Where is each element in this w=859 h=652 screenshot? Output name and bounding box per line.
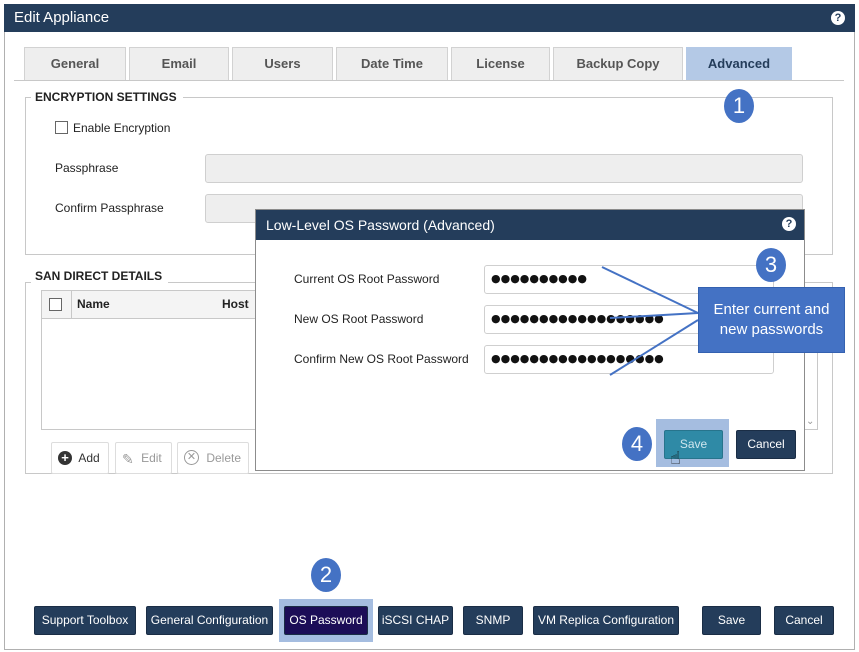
passphrase-label: Passphrase xyxy=(55,161,119,175)
current-password-label: Current OS Root Password xyxy=(294,272,440,286)
column-header-host[interactable]: Host xyxy=(222,297,249,311)
callout-step-1: 1 xyxy=(724,89,754,123)
column-header-name[interactable]: Name xyxy=(77,297,110,311)
callout-step-3: 3 xyxy=(756,248,786,282)
encryption-settings-legend: ENCRYPTION SETTINGS xyxy=(31,90,183,104)
san-select-all-checkbox[interactable] xyxy=(49,298,62,311)
dialog-title: Low-Level OS Password (Advanced) xyxy=(266,217,495,233)
plus-icon: + xyxy=(58,450,72,465)
iscsi-chap-button[interactable]: iSCSI CHAP xyxy=(378,606,453,635)
delete-button[interactable]: ✕ Delete xyxy=(177,442,249,474)
confirm-new-password-label: Confirm New OS Root Password xyxy=(294,352,469,366)
dialog-help-icon[interactable]: ? xyxy=(782,217,796,231)
callout-step-4: 4 xyxy=(622,427,652,461)
san-direct-legend: SAN DIRECT DETAILS xyxy=(31,269,169,283)
snmp-button[interactable]: SNMP xyxy=(463,606,523,635)
dialog-cancel-button[interactable]: Cancel xyxy=(736,430,796,459)
edit-button[interactable]: ✎ Edit xyxy=(115,442,172,474)
window-title: Edit Appliance xyxy=(14,9,110,26)
pointer-hand-icon: ☝ xyxy=(670,448,681,468)
cancel-button[interactable]: Cancel xyxy=(774,606,834,635)
tab-advanced[interactable]: Advanced xyxy=(686,47,792,81)
tab-license[interactable]: License xyxy=(451,47,550,81)
confirm-passphrase-label: Confirm Passphrase xyxy=(55,201,164,215)
window-titlebar: Edit Appliance xyxy=(4,4,855,32)
delete-button-label: Delete xyxy=(206,451,242,465)
enable-encryption-checkbox[interactable] xyxy=(55,121,68,134)
remove-icon: ✕ xyxy=(184,450,199,466)
callout-step-2: 2 xyxy=(311,558,341,592)
dialog-titlebar: Low-Level OS Password (Advanced) xyxy=(256,210,804,240)
tab-general[interactable]: General xyxy=(24,47,126,81)
add-button[interactable]: + Add xyxy=(51,442,109,474)
callout-pointer-lines xyxy=(601,266,699,376)
edit-button-label: Edit xyxy=(141,451,162,465)
os-password-button[interactable]: OS Password xyxy=(284,606,368,635)
tab-date-time[interactable]: Date Time xyxy=(336,47,448,81)
add-button-label: Add xyxy=(78,451,100,465)
tab-email[interactable]: Email xyxy=(129,47,229,81)
tab-users[interactable]: Users xyxy=(232,47,333,81)
passphrase-input[interactable] xyxy=(205,154,803,183)
help-icon[interactable]: ? xyxy=(831,11,845,25)
support-toolbox-button[interactable]: Support Toolbox xyxy=(34,606,136,635)
general-configuration-button[interactable]: General Configuration xyxy=(146,606,273,635)
column-divider xyxy=(71,291,72,319)
tab-divider xyxy=(14,80,844,81)
vm-replica-configuration-button[interactable]: VM Replica Configuration xyxy=(533,606,679,635)
new-password-label: New OS Root Password xyxy=(294,312,424,326)
instruction-note: Enter current and new passwords xyxy=(698,287,845,353)
enable-encryption-label: Enable Encryption xyxy=(73,121,171,135)
save-button[interactable]: Save xyxy=(702,606,761,635)
pencil-icon: ✎ xyxy=(122,450,134,467)
scroll-down-icon[interactable]: ⌄ xyxy=(806,416,814,427)
tab-backup-copy[interactable]: Backup Copy xyxy=(553,47,683,81)
